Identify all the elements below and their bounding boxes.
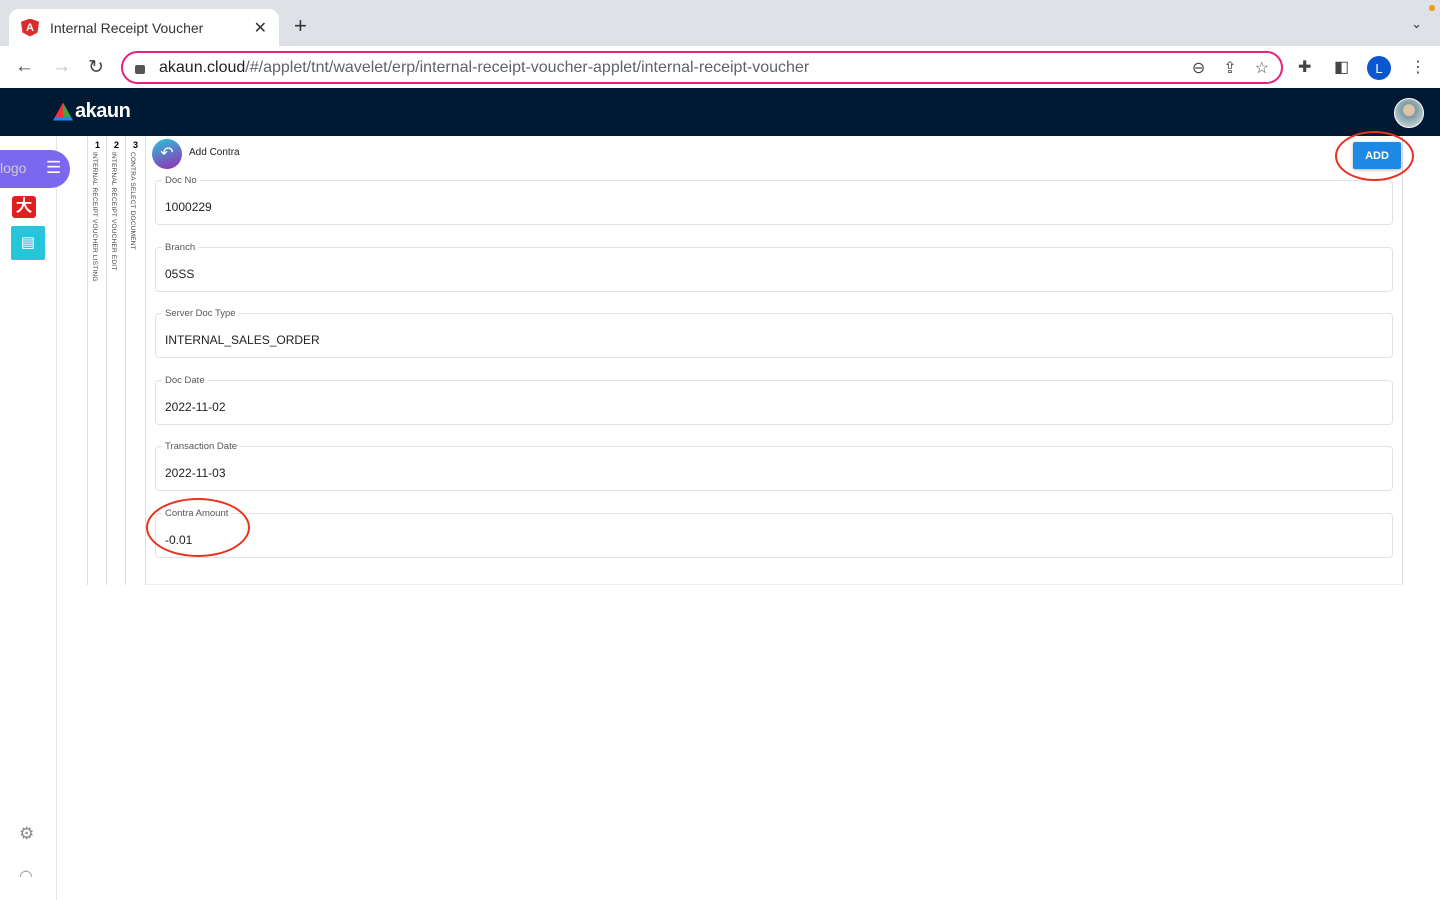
applet-icon-red[interactable]: 大 <box>12 196 36 218</box>
extensions-puzzle-icon[interactable]: ✚ <box>1298 57 1311 77</box>
gear-icon[interactable]: ⚙ <box>19 824 34 844</box>
menu-collapse-icon[interactable]: ☰ <box>46 158 61 178</box>
step-listing[interactable]: 1 INTERNAL RECEIPT VOUCHER LISTING <box>87 136 106 585</box>
doc-no-field[interactable]: Doc No 1000229 <box>155 175 1393 225</box>
user-icon[interactable]: ◠ <box>19 866 33 886</box>
url-text: akaun.cloud/#/applet/tnt/wavelet/erp/int… <box>159 59 1174 77</box>
browser-tab-bar: A Internal Receipt Voucher ✕ + ⌄ <box>0 0 1440 46</box>
share-icon[interactable]: ⇪ <box>1223 58 1236 78</box>
app-header: akaun <box>0 88 1440 136</box>
doc-date-field[interactable]: Doc Date 2022-11-02 <box>155 375 1393 425</box>
field-label: Doc Date <box>162 375 208 386</box>
forward-arrow-icon[interactable]: → <box>52 56 71 78</box>
browser-toolbar: ← → ↻ akaun.cloud/#/applet/tnt/wavelet/e… <box>0 46 1440 88</box>
field-label: Server Doc Type <box>162 308 239 319</box>
step-number: 2 <box>113 140 119 150</box>
profile-avatar[interactable]: L <box>1367 56 1391 80</box>
back-button[interactable]: ↶ <box>152 139 182 169</box>
server-doc-type-field[interactable]: Server Doc Type INTERNAL_SALES_ORDER <box>155 308 1393 358</box>
step-contra-select[interactable]: 3 CONTRA SELECT DOCUMENT <box>125 136 144 585</box>
url-path: /#/applet/tnt/wavelet/erp/internal-recei… <box>245 58 810 76</box>
add-contra-panel: ↶ Add Contra ADD Doc No 1000229 Branch 05S… <box>145 136 1403 585</box>
address-bar[interactable]: akaun.cloud/#/applet/tnt/wavelet/erp/int… <box>121 51 1283 84</box>
akaun-logo-icon <box>53 102 73 121</box>
applet-icon-list[interactable]: ▤ <box>11 226 45 260</box>
field-value: 2022-11-02 <box>165 400 226 414</box>
step-number: 3 <box>132 140 138 150</box>
step-number: 1 <box>94 140 100 150</box>
user-avatar[interactable] <box>1394 98 1424 128</box>
notification-dot <box>1429 5 1435 11</box>
side-panel-icon[interactable]: ◧ <box>1334 57 1349 77</box>
tab-search-chevron-icon[interactable]: ⌄ <box>1411 16 1422 32</box>
zoom-out-icon[interactable]: ⊖ <box>1192 58 1205 78</box>
step-label: INTERNAL RECEIPT VOUCHER EDIT <box>110 152 117 271</box>
brand-logo[interactable]: akaun <box>53 100 131 123</box>
tab-title: Internal Receipt Voucher <box>50 19 204 36</box>
sidebar: logo ☰ 大 ▤ ⚙ ◠ <box>0 136 70 900</box>
breadcrumb-steps: 1 INTERNAL RECEIPT VOUCHER LISTING 2 INTER… <box>87 136 144 585</box>
field-value: 1000229 <box>165 200 212 214</box>
page-title: Add Contra <box>189 147 240 158</box>
sidebar-toggle[interactable]: logo ☰ <box>0 150 70 188</box>
bookmark-star-icon[interactable]: ☆ <box>1255 58 1269 78</box>
field-label: Transaction Date <box>162 441 240 452</box>
step-label: INTERNAL RECEIPT VOUCHER LISTING <box>91 152 98 282</box>
branch-field[interactable]: Branch 05SS <box>155 242 1393 292</box>
back-arrow-icon[interactable]: ← <box>15 56 34 78</box>
field-label: Doc No <box>162 175 200 186</box>
brand-name: akaun <box>75 100 131 122</box>
contra-amount-field[interactable]: Contra Amount -0.01 <box>155 508 1393 558</box>
more-menu-icon[interactable]: ⋮ <box>1410 57 1426 77</box>
add-button[interactable]: ADD <box>1353 142 1401 169</box>
field-value: -0.01 <box>165 533 193 547</box>
step-label: CONTRA SELECT DOCUMENT <box>129 152 136 250</box>
field-value: 05SS <box>165 267 195 281</box>
step-edit[interactable]: 2 INTERNAL RECEIPT VOUCHER EDIT <box>106 136 125 585</box>
angular-favicon-icon: A <box>21 18 39 37</box>
url-host: akaun.cloud <box>159 58 246 76</box>
field-label: Contra Amount <box>162 508 232 519</box>
browser-tab[interactable]: A Internal Receipt Voucher ✕ <box>9 9 279 46</box>
reload-icon[interactable]: ↻ <box>88 56 104 79</box>
close-tab-icon[interactable]: ✕ <box>254 18 267 38</box>
lock-icon <box>135 65 145 74</box>
field-value: INTERNAL_SALES_ORDER <box>165 333 320 347</box>
transaction-date-field[interactable]: Transaction Date 2022-11-03 <box>155 441 1393 491</box>
field-label: Branch <box>162 242 199 253</box>
field-value: 2022-11-03 <box>165 466 226 480</box>
broken-logo-image: logo <box>0 160 27 176</box>
new-tab-icon[interactable]: + <box>294 13 307 39</box>
